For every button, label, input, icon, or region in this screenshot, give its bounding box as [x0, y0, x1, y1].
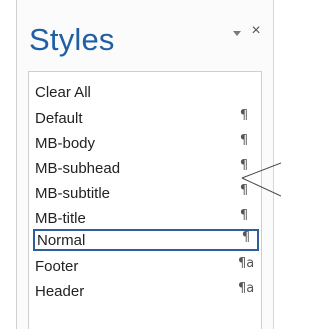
style-item-mb-subhead[interactable]: MB-subhead ¶ [35, 157, 257, 179]
style-item-label: Default [35, 110, 83, 127]
style-item-header[interactable]: Header ¶a [35, 280, 257, 302]
paragraph-style-icon: ¶ [239, 183, 249, 198]
style-item-normal[interactable]: Normal ¶ [33, 229, 259, 251]
style-item-footer[interactable]: Footer ¶a [35, 255, 257, 277]
linked-style-icon: ¶a [238, 281, 255, 296]
style-item-mb-body[interactable]: MB-body ¶ [35, 132, 257, 154]
pane-title: Styles [29, 22, 115, 57]
paragraph-style-icon: ¶ [239, 158, 249, 173]
style-item-label: Footer [35, 258, 79, 275]
style-item-clear-all[interactable]: Clear All [35, 81, 257, 103]
style-item-label: MB-subhead [35, 160, 121, 177]
paragraph-style-icon: ¶ [241, 230, 251, 245]
style-item-default[interactable]: Default ¶ [35, 107, 257, 129]
paragraph-style-icon: ¶ [239, 208, 249, 223]
linked-style-icon: ¶a [238, 256, 255, 271]
paragraph-style-icon: ¶ [239, 133, 249, 148]
style-item-label: MB-body [35, 135, 96, 152]
style-item-label: Header [35, 283, 85, 300]
style-item-label: Clear All [35, 84, 91, 101]
style-item-mb-subtitle[interactable]: MB-subtitle ¶ [35, 182, 257, 204]
style-item-label: Normal [37, 232, 86, 249]
style-item-mb-title[interactable]: MB-title ¶ [35, 207, 257, 229]
paragraph-style-icon: ¶ [239, 108, 249, 123]
style-item-label: MB-subtitle [35, 185, 111, 202]
style-item-label: MB-title [35, 210, 86, 227]
styles-pane: Styles × Clear All Default ¶ MB-body ¶ M… [16, 0, 274, 329]
chevron-down-icon[interactable] [228, 24, 246, 42]
style-list: Clear All Default ¶ MB-body ¶ MB-subhead… [28, 71, 262, 329]
page: Styles × Clear All Default ¶ MB-body ¶ M… [0, 0, 281, 329]
close-icon[interactable]: × [247, 22, 265, 40]
